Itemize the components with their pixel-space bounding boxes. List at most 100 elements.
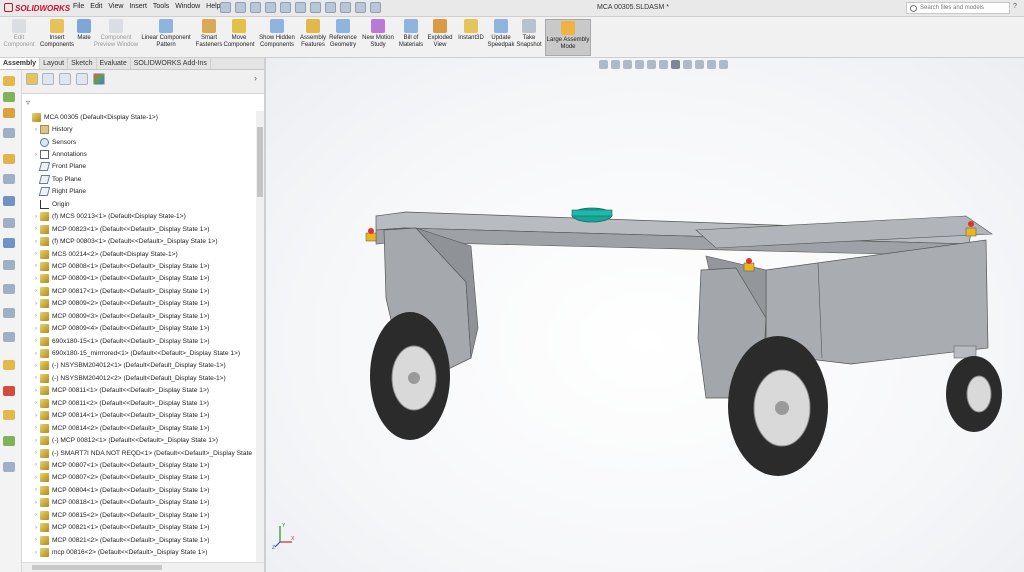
menu-help[interactable]: Help bbox=[206, 3, 220, 10]
select-icon[interactable] bbox=[325, 2, 336, 13]
expand-chevron-icon[interactable]: › bbox=[32, 152, 40, 158]
menu-file[interactable]: File bbox=[73, 3, 84, 10]
tree-item[interactable]: › MCP 00809<3> (Default<<Default>_Display… bbox=[22, 310, 258, 322]
preview-window-button[interactable]: Component Preview Window bbox=[93, 19, 139, 49]
expand-chevron-icon[interactable]: › bbox=[32, 326, 40, 332]
tree-scrollbar[interactable] bbox=[256, 111, 264, 572]
tree-item[interactable]: Origin bbox=[22, 198, 258, 210]
plane-tool-icon[interactable] bbox=[3, 238, 15, 248]
tree-item[interactable]: Front Plane bbox=[22, 161, 258, 173]
section-tool-icon[interactable] bbox=[3, 332, 15, 342]
exploded-view-button[interactable]: Exploded View bbox=[426, 19, 454, 49]
sketch-tool-icon[interactable] bbox=[3, 128, 15, 138]
tree-item[interactable]: › 690x180-15_mirrrored<1> (Default<<Defau… bbox=[22, 347, 258, 359]
expand-chevron-icon[interactable]: › bbox=[32, 487, 40, 493]
print-icon[interactable] bbox=[295, 2, 306, 13]
expand-chevron-icon[interactable]: › bbox=[32, 226, 40, 232]
tree-item[interactable]: › MCP 00815<2> (Default<<Default>_Display… bbox=[22, 509, 258, 521]
expand-chevron-icon[interactable]: › bbox=[32, 413, 40, 419]
pin-icon[interactable] bbox=[220, 2, 231, 13]
interference-tool-icon[interactable] bbox=[3, 386, 15, 396]
expand-chevron-icon[interactable]: › bbox=[32, 375, 40, 381]
menu-edit[interactable]: Edit bbox=[90, 3, 102, 10]
component-tool-icon[interactable] bbox=[3, 108, 15, 118]
property-manager-tab-icon[interactable] bbox=[42, 73, 54, 85]
assembly-model[interactable] bbox=[266, 58, 1024, 572]
show-hidden-button[interactable]: Show Hidden Components bbox=[258, 19, 296, 49]
tree-item[interactable]: › MCP 00814<1> (Default<<Default>_Display… bbox=[22, 410, 258, 422]
filter-icon[interactable]: ▿ bbox=[26, 98, 30, 107]
tree-item[interactable]: › MCP 00809<1> (Default<<Default>_Display… bbox=[22, 273, 258, 285]
tree-item[interactable]: › (-) NSYSBM204012<2> (Default<Default_Di… bbox=[22, 372, 258, 384]
tree-item[interactable]: › MCP 00809<2> (Default<<Default>_Display… bbox=[22, 298, 258, 310]
tree-item[interactable]: › MCP 00821<2> (Default<<Default>_Display… bbox=[22, 534, 258, 546]
search-input[interactable]: Search files and models bbox=[906, 2, 1010, 14]
tree-item[interactable]: › (-) SMART7I NDA NOT REQD<1> (Default<<D… bbox=[22, 447, 258, 459]
speedpak-button[interactable]: Update Speedpak bbox=[487, 19, 515, 49]
tree-item[interactable]: Sensors bbox=[22, 136, 258, 148]
large-assembly-button[interactable]: Large Assembly Mode bbox=[545, 19, 591, 56]
solidworks-logo[interactable]: SOLIDWORKS bbox=[4, 3, 70, 13]
mate-tool-icon[interactable] bbox=[3, 92, 15, 102]
new-document-icon[interactable] bbox=[250, 2, 261, 13]
linear-pattern-button[interactable]: Linear Component Pattern bbox=[140, 19, 192, 49]
display-manager-tab-icon[interactable] bbox=[93, 73, 105, 85]
undo-icon[interactable] bbox=[310, 2, 321, 13]
expand-chevron-icon[interactable]: › bbox=[32, 338, 40, 344]
menu-window[interactable]: Window bbox=[175, 3, 200, 10]
tree-item[interactable]: Top Plane bbox=[22, 173, 258, 185]
tab-layout[interactable]: Layout bbox=[40, 58, 69, 69]
graphics-viewport[interactable]: Y X Z bbox=[266, 58, 1024, 572]
help-icon[interactable]: ? bbox=[1013, 3, 1017, 10]
tree-item[interactable]: › (f) MCP 00803<1> (Default<<Default>_Dis… bbox=[22, 235, 258, 247]
tree-item[interactable]: › History bbox=[22, 123, 258, 135]
tree-item[interactable]: › MCP 00808<1> (Default<<Default>_Display… bbox=[22, 260, 258, 272]
menu-view[interactable]: View bbox=[108, 3, 123, 10]
expand-chevron-icon[interactable]: › bbox=[32, 550, 40, 556]
robot-chassis[interactable] bbox=[365, 207, 993, 399]
expand-chevron-icon[interactable]: › bbox=[32, 301, 40, 307]
expand-chevron-icon[interactable]: › bbox=[32, 214, 40, 220]
motion-study-button[interactable]: New Motion Study bbox=[360, 19, 396, 49]
tree-item[interactable]: › 690x180-15<1> (Default<<Default>_Displa… bbox=[22, 335, 258, 347]
expand-chevron-icon[interactable]: › bbox=[32, 363, 40, 369]
dimension-tool-icon[interactable] bbox=[3, 284, 15, 294]
file-properties-icon[interactable] bbox=[355, 2, 366, 13]
reference-tool-icon[interactable] bbox=[3, 218, 15, 228]
reference-geometry-button[interactable]: Reference Geometry bbox=[328, 19, 358, 49]
rebuild-icon[interactable] bbox=[340, 2, 351, 13]
menu-tools[interactable]: Tools bbox=[153, 3, 169, 10]
feature-tree-tab-icon[interactable] bbox=[26, 73, 38, 85]
tree-root-assembly[interactable]: MCA 00305 (Default<Display State-1>) bbox=[22, 111, 258, 123]
options-gear-icon[interactable] bbox=[370, 2, 381, 13]
expand-chevron-icon[interactable]: › bbox=[32, 251, 40, 257]
expand-chevron-icon[interactable]: › bbox=[32, 313, 40, 319]
tree-item[interactable]: › MCP 00811<1> (Default<<Default>_Display… bbox=[22, 385, 258, 397]
tree-item[interactable]: › MCP 00804<1> (Default<<Default>_Display… bbox=[22, 484, 258, 496]
render-tool-icon[interactable] bbox=[3, 462, 15, 472]
tree-item[interactable]: Right Plane bbox=[22, 186, 258, 198]
tree-item[interactable]: › MCP 00814<2> (Default<<Default>_Display… bbox=[22, 422, 258, 434]
expand-chevron-icon[interactable]: › bbox=[32, 450, 40, 456]
caster-wheel[interactable] bbox=[946, 345, 1002, 432]
tree-item[interactable]: › Annotations bbox=[22, 148, 258, 160]
bom-button[interactable]: Bill of Materials bbox=[398, 19, 424, 49]
tree-item[interactable]: › mcp 00816<2> (Default<<Default>_Display… bbox=[22, 546, 258, 558]
expand-chevron-icon[interactable]: › bbox=[32, 537, 40, 543]
expand-chevron-icon[interactable]: › bbox=[32, 388, 40, 394]
tree-item[interactable]: › MCP 00817<1> (Default<<Default>_Display… bbox=[22, 285, 258, 297]
tree-item[interactable]: › MCP 00809<4> (Default<<Default>_Display… bbox=[22, 322, 258, 334]
expand-chevron-icon[interactable]: › bbox=[32, 400, 40, 406]
expand-chevron-icon[interactable]: › bbox=[32, 475, 40, 481]
edit-component-button[interactable]: Edit Component bbox=[2, 19, 36, 49]
move-tool-icon[interactable] bbox=[3, 174, 15, 184]
tab-assembly[interactable]: Assembly bbox=[0, 58, 41, 69]
tab-addins[interactable]: SOLIDWORKS Add-Ins bbox=[131, 58, 211, 69]
scrollbar-thumb[interactable] bbox=[257, 127, 263, 197]
expand-chevron-icon[interactable]: › bbox=[32, 462, 40, 468]
expand-chevron-icon[interactable]: › bbox=[32, 512, 40, 518]
snapshot-button[interactable]: Take Snapshot bbox=[516, 19, 542, 49]
horizontal-scrollbar[interactable] bbox=[22, 562, 264, 572]
tab-sketch[interactable]: Sketch bbox=[68, 58, 97, 69]
configuration-manager-tab-icon[interactable] bbox=[59, 73, 71, 85]
